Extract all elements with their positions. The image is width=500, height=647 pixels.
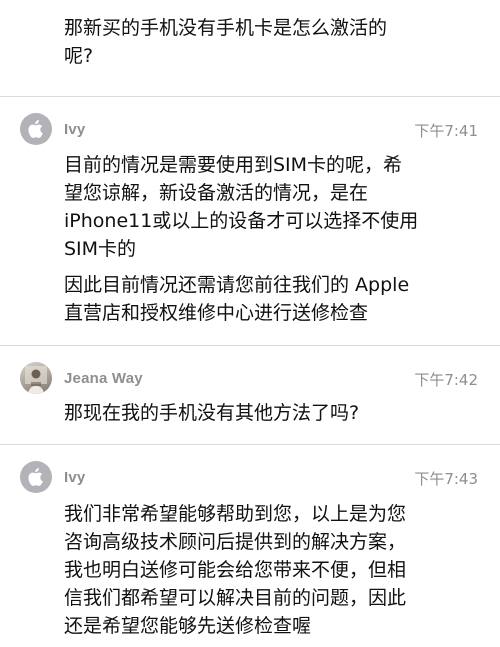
user-avatar — [20, 362, 52, 394]
sender-name: Ivy — [64, 469, 86, 486]
message-timestamp: 下午7:42 — [414, 371, 478, 389]
message-body: 我们非常希望能够帮助到您，以上是为您 咨询高级技术顾问后提供到的解决方案， 我也… — [64, 500, 476, 640]
message-body: 那新买的手机没有手机卡是怎么激活的 呢? — [64, 14, 476, 70]
sender-name: Ivy — [64, 121, 86, 138]
apple-logo-icon — [20, 461, 52, 493]
message-item: Jeana Way 下午7:42 那现在我的手机没有其他方法了吗? — [0, 346, 500, 445]
message-item: Ivy 下午7:41 目前的情况是需要使用到SIM卡的呢，希 望您谅解，新设备激… — [0, 97, 500, 346]
message-body: 目前的情况是需要使用到SIM卡的呢，希 望您谅解，新设备激活的情况，是在 iPh… — [64, 151, 476, 327]
message-text: 那新买的手机没有手机卡是怎么激活的 呢? — [64, 17, 388, 67]
message-text: 我们非常希望能够帮助到您，以上是为您 咨询高级技术顾问后提供到的解决方案， 我也… — [64, 503, 407, 637]
message-timestamp: 下午7:43 — [414, 470, 478, 488]
message-text: 目前的情况是需要使用到SIM卡的呢，希 望您谅解，新设备激活的情况，是在 iPh… — [64, 154, 419, 260]
sender-name: Jeana Way — [64, 370, 143, 387]
message-timestamp: 下午7:41 — [414, 122, 478, 140]
chat-transcript: 那新买的手机没有手机卡是怎么激活的 呢? Ivy 下午7:41 目前的情况是需要… — [0, 0, 500, 647]
message-item: Ivy 下午7:43 我们非常希望能够帮助到您，以上是为您 咨询高级技术顾问后提… — [0, 445, 500, 647]
apple-logo-icon — [20, 113, 52, 145]
message-body: 那现在我的手机没有其他方法了吗? — [64, 399, 476, 427]
message-text: 那现在我的手机没有其他方法了吗? — [64, 402, 360, 424]
message-item: 那新买的手机没有手机卡是怎么激活的 呢? — [0, 0, 500, 97]
message-text: 因此目前情况还需请您前往我们的 Apple 直营店和授权维修中心进行送修检查 — [64, 274, 410, 324]
